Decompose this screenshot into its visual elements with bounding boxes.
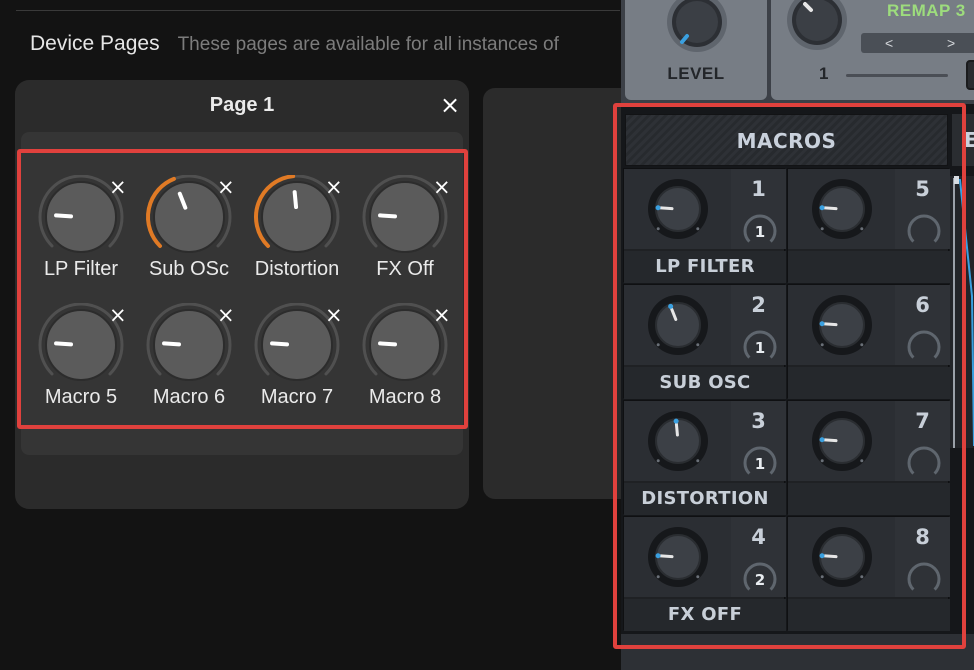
device-pages-title: Device Pages	[30, 32, 160, 55]
page-card-next[interactable]	[483, 88, 633, 499]
page-title: Page 1	[209, 94, 275, 116]
remap-title: REMAP 3	[887, 1, 966, 20]
remap-nav: < >	[861, 33, 974, 53]
remap-knob[interactable]	[771, 0, 861, 64]
close-page-icon[interactable]: ×	[439, 93, 461, 117]
highlight-box-knobs	[17, 149, 468, 429]
level-knob[interactable]	[625, 0, 767, 64]
remap-value: 1	[819, 64, 829, 83]
remap-handle[interactable]	[966, 60, 974, 90]
level-section: LEVEL	[625, 0, 767, 100]
device-pages-header: Device Pages These pages are available fo…	[30, 32, 620, 56]
level-label: LEVEL	[667, 64, 725, 83]
remap-section: REMAP 3 < > 1	[771, 0, 974, 100]
remap-prev-button[interactable]: <	[885, 33, 893, 53]
device-pages-description: These pages are available for all instan…	[177, 34, 559, 55]
divider	[16, 10, 620, 11]
remap-slider[interactable]	[846, 74, 948, 77]
top-strip: LEVEL REMAP 3 < > 1	[621, 0, 974, 104]
highlight-box-macros	[613, 103, 966, 649]
remap-next-button[interactable]: >	[947, 33, 955, 53]
